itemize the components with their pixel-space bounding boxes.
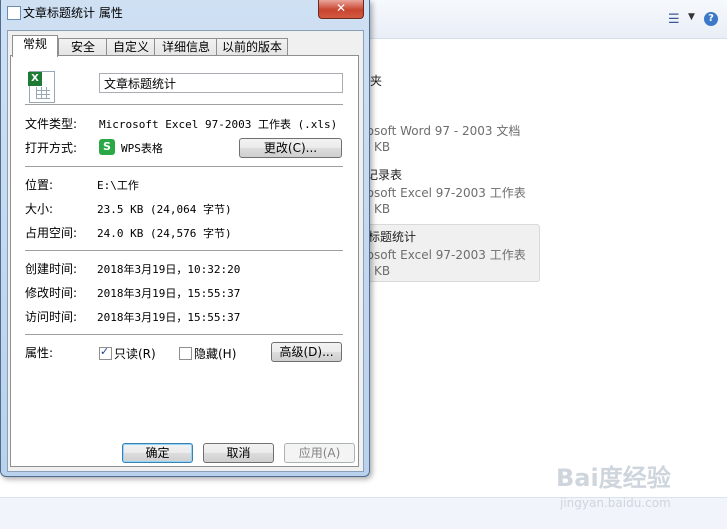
accessed-label: 访问时间: <box>25 310 78 324</box>
readonly-checkbox[interactable]: ✓ <box>99 345 112 360</box>
created-value: 2018年3月19日，10:32:20 <box>97 263 241 276</box>
separator <box>25 334 343 335</box>
apply-button[interactable]: 应用(A) <box>284 443 355 463</box>
change-button[interactable]: 更改(C)... <box>239 138 342 158</box>
explorer-item-title-stats-type: rosoft Excel 97-2003 工作表 <box>362 248 526 262</box>
ok-button[interactable]: 确定 <box>122 443 193 463</box>
excel-file-icon: X <box>28 71 55 103</box>
modified-label: 修改时间: <box>25 286 78 300</box>
explorer-item-word-type[interactable]: rosoft Word 97 - 2003 文档 <box>362 122 520 139</box>
advanced-button[interactable]: 高级(D)... <box>271 342 342 362</box>
modified-value: 2018年3月19日，15:55:37 <box>97 287 241 300</box>
file-type-label: 文件类型: <box>25 117 78 131</box>
file-name-input[interactable]: 文章标题统计 <box>99 73 343 93</box>
explorer-item-record[interactable]: 记录表 <box>366 166 402 183</box>
baidu-watermark-url: jingyan.baidu.com <box>560 496 671 510</box>
attributes-label: 属性: <box>25 346 54 360</box>
cancel-button[interactable]: 取消 <box>203 443 274 463</box>
explorer-item-record-size: KB <box>374 202 391 216</box>
chevron-down-icon[interactable]: ▼ <box>688 12 695 22</box>
explorer-item-title-stats[interactable]: 标题统计 <box>368 228 416 245</box>
readonly-label[interactable]: 只读(R) <box>114 345 156 362</box>
open-with-label: 打开方式: <box>25 141 78 155</box>
explorer-item-folder[interactable]: 夹 <box>370 72 382 89</box>
properties-dialog: 文章标题统计 属性 ✕ 常规 安全 自定义 详细信息 以前的版本 X 文章标题统… <box>0 0 370 477</box>
disk-size-label: 占用空间: <box>25 226 78 240</box>
separator <box>25 104 343 105</box>
dialog-client: 常规 安全 自定义 详细信息 以前的版本 X 文章标题统计 文件类型: Micr… <box>7 30 364 472</box>
separator <box>25 166 343 167</box>
hidden-checkbox[interactable] <box>179 347 192 360</box>
close-icon: ✕ <box>335 1 347 15</box>
accessed-value: 2018年3月19日，15:55:37 <box>97 311 241 324</box>
wps-icon: S <box>99 139 115 155</box>
file-type-value: Microsoft Excel 97-2003 工作表 (.xls) <box>99 118 338 131</box>
general-panel: X 文章标题统计 文件类型: Microsoft Excel 97-2003 工… <box>10 55 359 467</box>
close-button[interactable]: ✕ <box>318 0 364 19</box>
view-options-icon[interactable]: ☰ <box>668 12 680 27</box>
location-label: 位置: <box>25 178 54 192</box>
help-icon[interactable]: ? <box>704 12 718 26</box>
size-value: 23.5 KB (24,064 字节) <box>97 203 232 216</box>
separator <box>25 250 343 251</box>
location-value: E:\工作 <box>97 179 139 192</box>
explorer-item-record-type: rosoft Excel 97-2003 工作表 <box>362 186 526 200</box>
tab-general[interactable]: 常规 <box>12 35 58 57</box>
open-with-value: WPS表格 <box>121 142 163 155</box>
hidden-label[interactable]: 隐藏(H) <box>194 345 236 362</box>
check-icon: ✓ <box>100 345 110 358</box>
baidu-watermark: Bai度经验 <box>556 464 671 492</box>
disk-size-value: 24.0 KB (24,576 字节) <box>97 227 232 240</box>
explorer-item-word-size: KB <box>374 140 391 154</box>
dialog-title: 文章标题统计 属性 <box>23 6 123 20</box>
size-label: 大小: <box>25 202 54 216</box>
created-label: 创建时间: <box>25 262 78 276</box>
explorer-item-title-stats-size: KB <box>374 264 391 278</box>
file-properties-icon <box>7 6 21 20</box>
